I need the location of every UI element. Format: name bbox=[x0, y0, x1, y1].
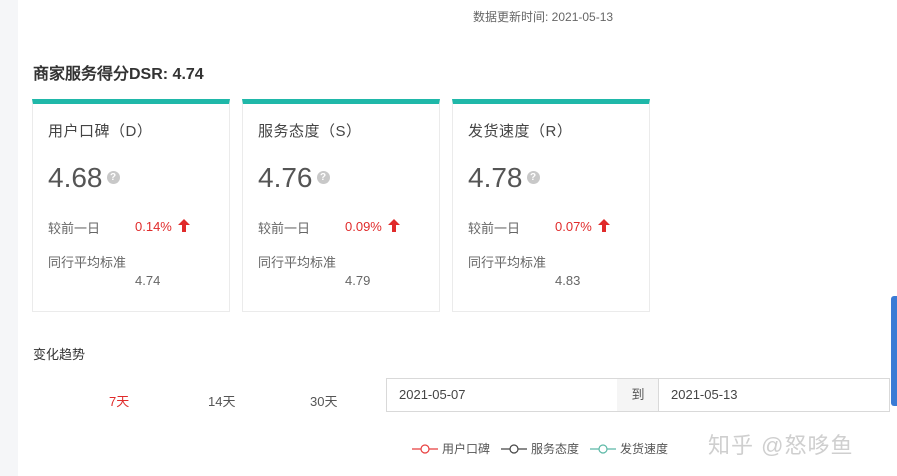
industry-avg-label: 同行平均标准 bbox=[468, 255, 547, 270]
compare-percent: 0.14% bbox=[135, 219, 172, 234]
legend-label: 服务态度 bbox=[531, 442, 580, 456]
legend-label: 用户口碑 bbox=[442, 442, 491, 456]
compare-value: 0.09% bbox=[345, 218, 400, 234]
legend-line-icon bbox=[501, 443, 527, 454]
arrow-up-icon bbox=[177, 219, 190, 232]
watermark: 知乎 @怒哆鱼 bbox=[708, 433, 854, 458]
dsr-score-title: 商家服务得分DSR: 4.74 bbox=[33, 66, 204, 83]
card-title: 服务态度（S） bbox=[258, 123, 362, 140]
date-to-input[interactable]: 2021-05-13 bbox=[658, 378, 890, 412]
compare-label: 较前一日 bbox=[48, 221, 101, 236]
date-from-input[interactable]: 2021-05-07 bbox=[386, 378, 618, 412]
date-range-separator: 到 bbox=[617, 378, 659, 412]
trend-title: 变化趋势 bbox=[33, 347, 86, 362]
industry-avg-label: 同行平均标准 bbox=[258, 255, 337, 270]
industry-avg-value: 4.74 bbox=[135, 273, 161, 288]
industry-avg-label: 同行平均标准 bbox=[48, 255, 127, 270]
compare-label: 较前一日 bbox=[468, 221, 521, 236]
score-value: 4.78 bbox=[468, 162, 523, 193]
range-tab-30d[interactable]: 30天 bbox=[310, 391, 337, 410]
score-value: 4.76 bbox=[258, 162, 313, 193]
help-icon[interactable]: ? bbox=[316, 171, 330, 185]
compare-percent: 0.07% bbox=[555, 219, 592, 234]
compare-value: 0.07% bbox=[555, 218, 610, 234]
card-user-reputation: 用户口碑（D） 4.68? 较前一日 0.14% 同行平均标准 4.74 bbox=[32, 99, 230, 312]
scrollbar-thumb[interactable] bbox=[891, 296, 897, 406]
left-sidebar-rail bbox=[0, 0, 18, 476]
card-title: 发货速度（R） bbox=[468, 123, 573, 140]
legend-item-user-reputation[interactable]: 用户口碑 bbox=[412, 440, 490, 457]
compare-value: 0.14% bbox=[135, 218, 190, 234]
help-icon[interactable]: ? bbox=[106, 171, 120, 185]
arrow-up-icon bbox=[597, 219, 610, 232]
card-score: 4.68? bbox=[48, 162, 120, 194]
help-icon[interactable]: ? bbox=[526, 171, 540, 185]
legend-label: 发货速度 bbox=[620, 442, 669, 456]
compare-label: 较前一日 bbox=[258, 221, 311, 236]
update-time: 数据更新时间: 2021-05-13 bbox=[473, 10, 614, 24]
industry-avg-value: 4.83 bbox=[555, 273, 581, 288]
range-tab-7d[interactable]: 7天 bbox=[109, 391, 129, 410]
industry-avg-value: 4.79 bbox=[345, 273, 371, 288]
legend-line-icon bbox=[590, 443, 616, 454]
arrow-up-icon bbox=[387, 219, 400, 232]
compare-percent: 0.09% bbox=[345, 219, 382, 234]
card-score: 4.78? bbox=[468, 162, 540, 194]
legend-item-shipping-speed[interactable]: 发货速度 bbox=[590, 440, 668, 457]
legend-item-service-attitude[interactable]: 服务态度 bbox=[501, 440, 579, 457]
range-tab-14d[interactable]: 14天 bbox=[208, 391, 235, 410]
card-service-attitude: 服务态度（S） 4.76? 较前一日 0.09% 同行平均标准 4.79 bbox=[242, 99, 440, 312]
card-score: 4.76? bbox=[258, 162, 330, 194]
card-title: 用户口碑（D） bbox=[48, 123, 153, 140]
score-value: 4.68 bbox=[48, 162, 103, 193]
card-shipping-speed: 发货速度（R） 4.78? 较前一日 0.07% 同行平均标准 4.83 bbox=[452, 99, 650, 312]
legend-line-icon bbox=[412, 443, 438, 454]
